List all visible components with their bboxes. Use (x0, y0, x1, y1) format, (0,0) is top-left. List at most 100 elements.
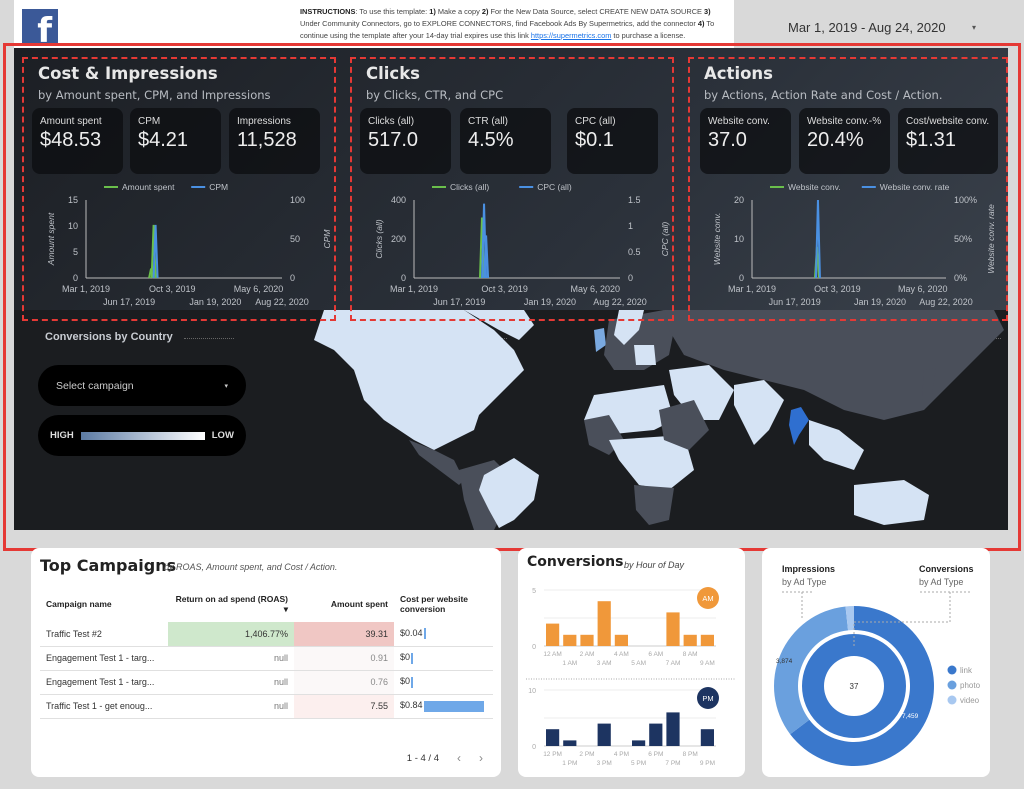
x-tick-label: 9 PM (700, 760, 715, 767)
x-tick-label: 7 PM (665, 760, 680, 767)
cost-value: $0 (400, 676, 411, 687)
x-tick-label: 12 AM (543, 651, 561, 658)
table-row[interactable]: Engagement Test 1 - targ... null 0.91 $0 (40, 646, 493, 671)
column-header-amount-spent[interactable]: Amount spent (294, 586, 394, 622)
hour-bar (700, 729, 714, 746)
x-tick-label: 1 PM (562, 760, 577, 767)
roas-cell: 1,406.77% (168, 622, 294, 647)
cost-value: $0 (400, 652, 411, 663)
instructions-part: Make a copy (435, 7, 482, 16)
header: f INSTRUCTIONS: To use this template: 1)… (0, 0, 1024, 48)
x-tick-label: 3 PM (597, 760, 612, 767)
x-tick-label: 4 AM (614, 651, 629, 658)
country-india[interactable] (734, 380, 784, 445)
conversions-by-hour-card: Conversions by Hour of Day 0 5 12 AM 1 AM 2 … (518, 548, 745, 777)
highlight-frame (22, 57, 336, 321)
period-badge-label: AM (702, 594, 713, 603)
roas-cell: null (168, 670, 294, 695)
country-southern-africa[interactable] (634, 485, 674, 525)
chevron-down-icon: ▾ (971, 22, 976, 32)
campaign-name-cell: Traffic Test #2 (40, 622, 168, 647)
hour-bar (649, 723, 663, 746)
hour-bar (666, 712, 680, 746)
cost-bar (411, 652, 413, 664)
amount-spent-cell: 0.76 (294, 670, 394, 695)
pm-hour-chart: 0 10 12 PM1 PM2 PM3 PM4 PM5 PM6 PM7 PM8 PM… (526, 678, 736, 767)
country-southeast-asia[interactable] (809, 420, 864, 470)
leader-line (782, 591, 814, 618)
hour-bar (700, 634, 714, 646)
impressions-title: Impressions (782, 564, 836, 574)
x-tick-label: 6 PM (648, 751, 663, 758)
top-campaigns-card: Top Campaigns by ROAS, Amount spent, and… (31, 548, 501, 777)
y-tick-label: 10 (528, 688, 536, 695)
hour-bar (546, 623, 560, 646)
table-row[interactable]: Engagement Test 1 - targ... null 0.76 $0 (40, 670, 493, 695)
column-header-cost-per-conversion[interactable]: Cost per website conversion (394, 586, 493, 622)
x-tick-label: 2 AM (580, 651, 595, 658)
amount-spent-cell: 39.31 (294, 622, 394, 647)
y-tick-label: 0 (532, 744, 536, 751)
date-range-value: Mar 1, 2019 - Aug 24, 2020 (788, 19, 946, 35)
ad-type-card: 37 3,874 7,459 link photo video Impressions b… (762, 548, 990, 777)
instructions-label: INSTRUCTIONS (300, 7, 356, 16)
hour-bar (632, 740, 646, 746)
impressions-label-photo: 3,874 (776, 658, 793, 665)
card-title: Conversions (527, 554, 624, 570)
legend-label-photo: photo (960, 681, 981, 690)
conversions-subtitle: by Ad Type (919, 577, 964, 587)
cost-per-conversion-cell: $0 (394, 646, 493, 671)
column-header-roas[interactable]: Return on ad spend (ROAS) ▾ (168, 586, 294, 622)
supermetrics-link[interactable]: https://supermetrics.com (531, 31, 612, 40)
hour-bar (546, 729, 560, 746)
page-indicator: 1 - 4 / 4 (406, 752, 439, 764)
card-subtitle: by Hour of Day (624, 560, 685, 570)
card-subtitle: by ROAS, Amount spent, and Cost / Action… (164, 562, 338, 572)
x-tick-label: 8 PM (683, 751, 698, 758)
cost-per-conversion-cell: $0.84 (394, 694, 493, 719)
prev-page-icon[interactable]: ‹ (457, 751, 461, 765)
world-map[interactable] (264, 310, 1008, 530)
hour-bar (597, 723, 611, 746)
highlight-frame (688, 57, 1008, 321)
cost-bar (423, 700, 484, 712)
instructions-part: For the New Data Source, select CREATE N… (488, 7, 705, 16)
hour-bar (580, 634, 594, 646)
cost-bar (411, 676, 413, 688)
column-header-campaign[interactable]: Campaign name (40, 586, 168, 622)
step-number: 3) (704, 7, 711, 16)
legend-low-label: LOW (211, 430, 234, 441)
conversions-center-label: 37 (850, 682, 859, 691)
country-australia[interactable] (854, 480, 929, 525)
table-row[interactable]: Traffic Test 1 - get enoug... null 7.55 $0.… (40, 694, 493, 719)
next-page-icon[interactable]: › (479, 751, 483, 765)
chevron-down-icon: ▾ (224, 382, 228, 390)
legend-dot-photo (947, 680, 957, 690)
map-title: Conversions by Country (45, 331, 173, 343)
roas-cell: null (168, 694, 294, 719)
x-tick-label: 5 PM (631, 760, 646, 767)
cost-per-conversion-cell: $0 (394, 670, 493, 695)
highlight-frame (350, 57, 674, 321)
instructions-part: to purchase a license. (611, 31, 686, 40)
instructions-text: INSTRUCTIONS: To use this template: 1) M… (300, 6, 730, 46)
y-tick-label: 5 (532, 588, 536, 595)
step-number: 1) (429, 7, 436, 16)
country-north-america[interactable] (314, 310, 524, 450)
x-tick-label: 8 AM (683, 651, 698, 658)
country-uk[interactable] (594, 328, 606, 352)
hour-bar (563, 634, 577, 646)
am-hour-chart: 0 5 12 AM1 AM2 AM3 AM4 AM5 AM6 AM7 AM8 AM9… (532, 587, 719, 667)
impressions-subtitle: by Ad Type (782, 577, 827, 587)
country-thailand[interactable] (789, 407, 809, 445)
table-header-row: Campaign name Return on ad spend (ROAS) … (40, 586, 493, 622)
legend-label-link: link (960, 666, 973, 675)
campaign-select[interactable]: Select campaign ▾ (38, 365, 246, 406)
hour-bar (563, 740, 577, 746)
instructions-part: : To use this template: (355, 7, 430, 16)
x-tick-label: 2 PM (579, 751, 594, 758)
conversions-title: Conversions (919, 564, 974, 574)
date-range-picker[interactable]: Mar 1, 2019 - Aug 24, 2020 ▾ (772, 8, 992, 46)
country-central-europe[interactable] (634, 345, 656, 365)
table-row[interactable]: Traffic Test #2 1,406.77% 39.31 $0.04 (40, 622, 493, 647)
